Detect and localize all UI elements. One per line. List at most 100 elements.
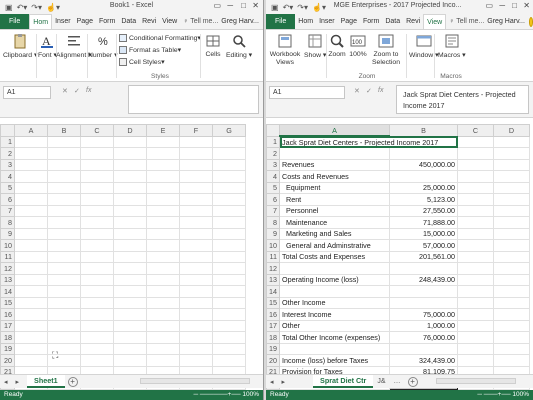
- column-header[interactable]: F: [179, 124, 213, 137]
- grid-cell[interactable]: [14, 296, 48, 309]
- grid-cell[interactable]: [80, 204, 114, 217]
- cell-label[interactable]: Revenues: [279, 158, 390, 171]
- grid-cell[interactable]: [47, 227, 81, 240]
- column-header[interactable]: A: [279, 124, 390, 137]
- row-header[interactable]: 18: [266, 331, 280, 344]
- grid-cell[interactable]: [457, 181, 494, 194]
- name-box[interactable]: A1: [269, 86, 345, 99]
- scroll-right-icon[interactable]: ▸: [12, 378, 24, 386]
- row-header[interactable]: 8: [0, 216, 15, 229]
- cell-label[interactable]: General and Adminstrative: [279, 239, 390, 252]
- row-header[interactable]: 6: [266, 193, 280, 206]
- grid-cell[interactable]: [47, 262, 81, 275]
- save-icon[interactable]: ▣: [269, 3, 281, 12]
- grid-cell[interactable]: [14, 193, 48, 206]
- sheet-tab-sprat-diet-ctr[interactable]: Sprat Diet Ctr: [313, 375, 374, 388]
- row-header[interactable]: 2: [266, 147, 280, 160]
- grid-cell[interactable]: [212, 273, 246, 286]
- grid-cell[interactable]: [14, 158, 48, 171]
- grid-cell[interactable]: [14, 331, 48, 344]
- grid-cell[interactable]: [493, 273, 530, 286]
- grid-cell[interactable]: [493, 285, 530, 298]
- grid-cell[interactable]: [457, 342, 494, 355]
- grid-cell[interactable]: [493, 319, 530, 332]
- grid-cell[interactable]: [493, 135, 530, 148]
- cell-label[interactable]: Jack Sprat Diet Centers - Projected Inco…: [279, 135, 458, 148]
- grid-cell[interactable]: [146, 262, 180, 275]
- cell-value[interactable]: 5,123.00: [389, 193, 458, 206]
- grid-cell[interactable]: [212, 331, 246, 344]
- name-box[interactable]: A1: [3, 86, 51, 99]
- grid-cell[interactable]: [457, 331, 494, 344]
- cell-value[interactable]: [389, 262, 458, 275]
- grid-cell[interactable]: [47, 181, 81, 194]
- cell-value[interactable]: 450,000.00: [389, 158, 458, 171]
- conditional-formatting-button[interactable]: Conditional Formatting ▾: [119, 34, 201, 42]
- cell-value[interactable]: 15,000.00: [389, 227, 458, 240]
- grid-cell[interactable]: [80, 193, 114, 206]
- row-header[interactable]: 16: [0, 308, 15, 321]
- tell-me-box[interactable]: ♀ Tell me...: [180, 14, 218, 29]
- maximize-icon[interactable]: □: [241, 1, 246, 10]
- grid-cell[interactable]: [14, 354, 48, 367]
- save-icon[interactable]: ▣: [3, 3, 15, 12]
- grid-cell[interactable]: [47, 308, 81, 321]
- cell-label[interactable]: Other Income: [279, 296, 390, 309]
- grid-cell[interactable]: [493, 147, 530, 160]
- row-header[interactable]: 17: [0, 319, 15, 332]
- grid-cell[interactable]: [179, 342, 213, 355]
- grid-cell[interactable]: [14, 262, 48, 275]
- cell-label[interactable]: Other: [279, 319, 390, 332]
- grid-cell[interactable]: [146, 285, 180, 298]
- grid-cell[interactable]: [14, 204, 48, 217]
- grid-cell[interactable]: [14, 319, 48, 332]
- cell-value[interactable]: 27,550.00: [389, 204, 458, 217]
- row-header[interactable]: 18: [0, 331, 15, 344]
- grid-cell[interactable]: [493, 170, 530, 183]
- row-header[interactable]: 4: [266, 170, 280, 183]
- minimize-icon[interactable]: ─: [227, 1, 233, 10]
- grid-cell[interactable]: [47, 158, 81, 171]
- column-header[interactable]: G: [212, 124, 246, 137]
- ribbon-display-icon[interactable]: ▭: [485, 1, 493, 10]
- row-header[interactable]: 15: [266, 296, 280, 309]
- grid-cell[interactable]: [146, 227, 180, 240]
- tab-file[interactable]: File: [0, 14, 30, 29]
- row-header[interactable]: 12: [0, 262, 15, 275]
- grid-cell[interactable]: [146, 250, 180, 263]
- grid-cell[interactable]: [14, 239, 48, 252]
- zoom-to-selection-button[interactable]: Zoom to Selection: [370, 33, 402, 67]
- grid-cell[interactable]: [47, 285, 81, 298]
- grid-cell[interactable]: [113, 193, 147, 206]
- grid-cell[interactable]: [47, 147, 81, 160]
- tab-data[interactable]: Data: [382, 14, 403, 29]
- select-all-corner[interactable]: [266, 124, 280, 137]
- grid-cell[interactable]: [80, 227, 114, 240]
- grid-cell[interactable]: [113, 181, 147, 194]
- grid-cell[interactable]: [493, 239, 530, 252]
- grid-cell[interactable]: [113, 147, 147, 160]
- show-button[interactable]: Show ▾: [304, 33, 326, 59]
- grid-cell[interactable]: [146, 181, 180, 194]
- workbook-views-button[interactable]: Workbook Views: [268, 33, 302, 67]
- font-button[interactable]: A Font ▾: [38, 33, 57, 59]
- grid-cell[interactable]: [493, 193, 530, 206]
- touch-mode-icon[interactable]: ☝▾: [44, 3, 62, 12]
- cell-value[interactable]: 71,888.00: [389, 216, 458, 229]
- tab-page-layout[interactable]: Page: [338, 14, 360, 29]
- grid-cell[interactable]: [47, 273, 81, 286]
- row-header[interactable]: 1: [266, 135, 280, 148]
- tab-view[interactable]: View: [159, 14, 180, 29]
- grid-cell[interactable]: [493, 216, 530, 229]
- grid-cell[interactable]: [212, 135, 246, 148]
- row-header[interactable]: 11: [266, 250, 280, 263]
- row-header[interactable]: 20: [0, 354, 15, 367]
- cell-value[interactable]: [389, 342, 458, 355]
- column-header[interactable]: B: [389, 124, 458, 137]
- grid-cell[interactable]: [212, 308, 246, 321]
- scroll-left-icon[interactable]: ◂: [266, 378, 278, 386]
- row-header[interactable]: 2: [0, 147, 15, 160]
- grid-cell[interactable]: [212, 181, 246, 194]
- grid-cell[interactable]: [80, 239, 114, 252]
- cell-label[interactable]: Costs and Revenues: [279, 170, 390, 183]
